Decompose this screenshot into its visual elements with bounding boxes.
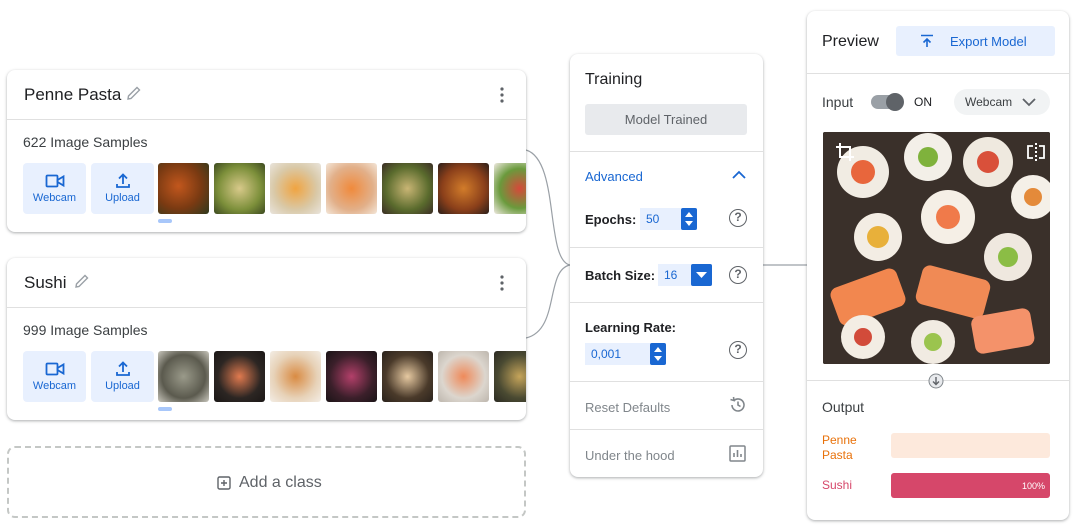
webcam-icon: [45, 362, 64, 376]
more-options-icon[interactable]: [500, 275, 504, 291]
input-source-select[interactable]: Webcam: [954, 89, 1050, 115]
train-model-button[interactable]: Model Trained: [585, 104, 747, 135]
chevron-up-icon[interactable]: [732, 170, 746, 179]
input-source-value: Webcam: [965, 95, 1013, 109]
epochs-stepper-icon[interactable]: [681, 208, 697, 230]
chevron-down-icon: [1022, 98, 1036, 107]
advanced-section: Advanced Epochs: 50 ?: [570, 152, 763, 247]
class-name[interactable]: Penne Pasta: [24, 85, 121, 105]
webcam-label: Webcam: [32, 380, 77, 392]
webcam-button[interactable]: Webcam: [23, 163, 86, 214]
upload-button[interactable]: Upload: [91, 351, 154, 402]
preview-panel: Preview Export Model Input ON Webcam Out…: [807, 11, 1069, 520]
export-icon: [921, 34, 933, 47]
training-header: Training Model Trained: [570, 54, 763, 152]
upload-label: Upload: [105, 192, 140, 204]
class-card-penne-pasta: Penne Pasta 622 Image Samples Webcam Upl…: [7, 70, 526, 232]
class-card-sushi: Sushi 999 Image Samples Webcam Upload: [7, 258, 526, 420]
sample-thumbnail[interactable]: [270, 351, 321, 402]
advanced-toggle[interactable]: Advanced: [585, 169, 643, 184]
webcam-label: Webcam: [32, 192, 77, 204]
epochs-value: 50: [646, 212, 660, 226]
sample-thumbnail[interactable]: [214, 163, 265, 214]
dropdown-arrow-icon[interactable]: [691, 264, 712, 286]
reset-defaults-row[interactable]: Reset Defaults: [570, 381, 763, 429]
learning-rate-section: Learning Rate: 0,001 ?: [570, 302, 763, 381]
upload-icon: [115, 361, 130, 376]
sample-thumbnails: [158, 351, 526, 403]
class-name[interactable]: Sushi: [24, 273, 67, 293]
sample-thumbnail[interactable]: [214, 351, 265, 402]
sample-thumbnail[interactable]: [494, 163, 526, 214]
output-bar-track: [891, 433, 1050, 458]
history-icon[interactable]: [729, 396, 747, 414]
preview-title: Preview: [822, 33, 879, 50]
reset-defaults-label: Reset Defaults: [585, 400, 671, 415]
edit-pencil-icon[interactable]: [125, 84, 143, 102]
more-options-icon[interactable]: [500, 87, 504, 103]
toggle-state: ON: [914, 95, 932, 109]
add-class-label: Add a class: [239, 474, 322, 491]
thumbnail-scrollbar[interactable]: [158, 219, 172, 223]
under-the-hood-label: Under the hood: [585, 448, 675, 463]
webcam-frame-image: [823, 132, 1050, 364]
sample-thumbnails: [158, 163, 526, 215]
add-class-button[interactable]: Add a class: [7, 446, 526, 518]
crop-icon[interactable]: [835, 142, 855, 162]
sample-thumbnail[interactable]: [326, 351, 377, 402]
upload-label: Upload: [105, 380, 140, 392]
sample-thumbnail[interactable]: [494, 351, 526, 402]
learning-rate-input[interactable]: 0,001: [585, 343, 666, 365]
batch-size-section: Batch Size: 16 ?: [570, 247, 763, 302]
batch-size-help-icon[interactable]: ?: [729, 266, 747, 284]
bar-chart-icon[interactable]: [729, 445, 746, 462]
export-model-label: Export Model: [950, 34, 1027, 49]
arrow-down-circle-icon: [928, 373, 944, 389]
sample-thumbnail[interactable]: [382, 351, 433, 402]
sample-thumbnail[interactable]: [438, 351, 489, 402]
upload-icon: [115, 173, 130, 188]
learning-rate-help-icon[interactable]: ?: [729, 341, 747, 359]
thumbnail-scrollbar[interactable]: [158, 407, 172, 411]
webcam-button[interactable]: Webcam: [23, 351, 86, 402]
batch-size-label: Batch Size:: [585, 268, 656, 283]
sample-thumbnail[interactable]: [382, 163, 433, 214]
learning-rate-stepper-icon[interactable]: [650, 343, 666, 365]
sample-thumbnail[interactable]: [158, 351, 209, 402]
export-model-button[interactable]: Export Model: [896, 26, 1055, 56]
training-title: Training: [585, 71, 643, 88]
output-label: Output: [822, 399, 865, 415]
epochs-label: Epochs:: [585, 212, 637, 227]
upload-button[interactable]: Upload: [91, 163, 154, 214]
sample-count: 999 Image Samples: [23, 322, 148, 338]
batch-size-select[interactable]: 16: [658, 264, 712, 286]
sample-thumbnail[interactable]: [438, 163, 489, 214]
webcam-preview: [823, 132, 1050, 364]
output-class-label: Penne Pasta: [822, 433, 857, 462]
epochs-help-icon[interactable]: ?: [729, 209, 747, 227]
under-the-hood-row[interactable]: Under the hood: [570, 429, 763, 477]
flip-icon[interactable]: [1027, 142, 1045, 162]
output-class-label: Sushi: [822, 478, 853, 492]
edit-pencil-icon[interactable]: [73, 272, 91, 290]
add-box-icon: [217, 476, 231, 490]
training-panel: Training Model Trained Advanced Epochs: …: [570, 54, 763, 477]
sample-thumbnail[interactable]: [158, 163, 209, 214]
toggle-knob: [886, 93, 904, 111]
webcam-icon: [45, 174, 64, 188]
output-bar-percent: 100%: [1022, 481, 1046, 491]
class-card-header: Penne Pasta: [7, 70, 526, 120]
batch-size-value: 16: [664, 268, 678, 282]
epochs-input[interactable]: 50: [640, 208, 697, 230]
input-toggle[interactable]: [871, 93, 904, 111]
sample-count: 622 Image Samples: [23, 134, 148, 150]
class-card-header: Sushi: [7, 258, 526, 308]
sample-thumbnail[interactable]: [326, 163, 377, 214]
sample-thumbnail[interactable]: [270, 163, 321, 214]
learning-rate-value: 0,001: [591, 347, 622, 361]
input-label: Input: [822, 94, 854, 110]
preview-divider: [807, 73, 1069, 74]
learning-rate-label: Learning Rate:: [585, 320, 677, 335]
